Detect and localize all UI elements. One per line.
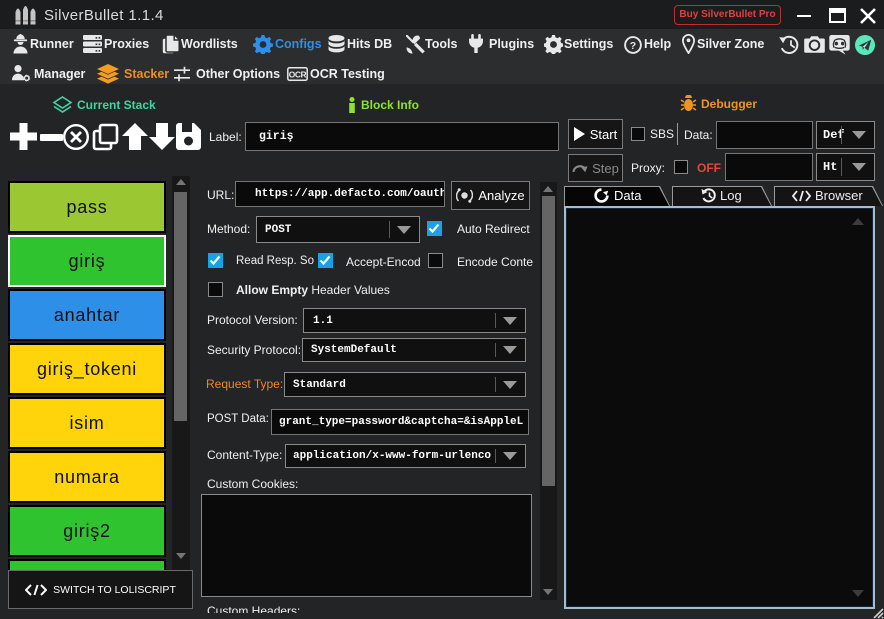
svg-text:?: ? [630, 40, 636, 52]
svg-text:OCR: OCR [289, 69, 307, 79]
